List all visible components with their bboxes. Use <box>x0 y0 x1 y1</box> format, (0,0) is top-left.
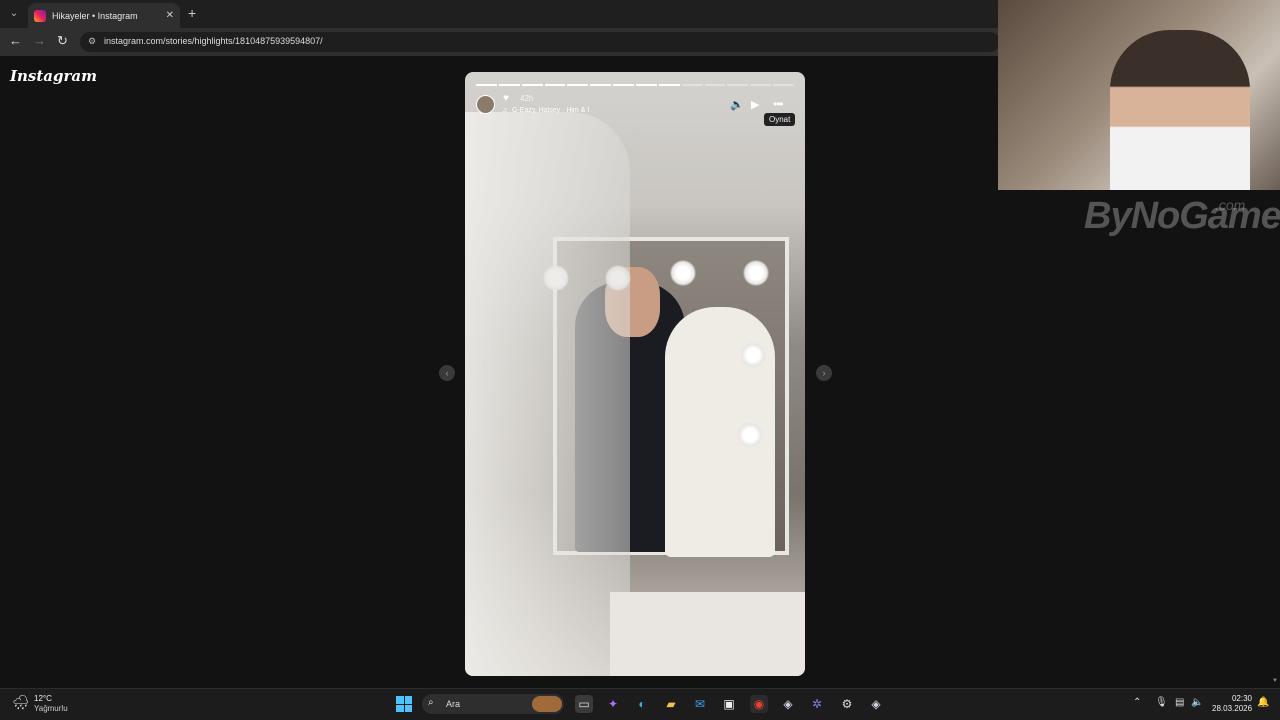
progress-segment <box>567 84 589 86</box>
chrome-icon[interactable]: ◉ <box>750 695 768 713</box>
story-music[interactable]: G-Eazy, Halsey · Him & I <box>512 107 589 114</box>
notification-icon[interactable]: 🔔 <box>1257 697 1269 708</box>
progress-segment <box>658 84 680 86</box>
weather-icon[interactable]: 🌧 <box>12 694 30 711</box>
search-highlight-icon <box>532 696 562 712</box>
story-counter <box>610 592 805 676</box>
music-icon: ♫ <box>502 107 508 114</box>
progress-segment <box>521 84 543 86</box>
site-settings-icon[interactable]: ⚙ <box>88 36 96 47</box>
progress-segment <box>476 84 497 86</box>
progress-segment <box>704 84 726 86</box>
webcam-person <box>1110 30 1250 190</box>
instagram-favicon-icon <box>34 9 46 22</box>
story-avatar[interactable] <box>476 95 495 114</box>
scroll-down-icon[interactable]: ▼ <box>1272 678 1278 684</box>
mirror-bulb <box>670 260 696 286</box>
forward-icon[interactable]: → <box>33 34 46 48</box>
instagram-logo[interactable]: Instagram <box>10 67 97 85</box>
edge-icon[interactable]: ◐ <box>633 695 651 713</box>
steam-icon[interactable]: ◈ <box>779 695 797 713</box>
copilot-icon[interactable]: ✦ <box>604 695 622 713</box>
url-text[interactable]: instagram.com/stories/highlights/1810487… <box>104 36 323 46</box>
story-veil <box>465 112 630 676</box>
mirror-bulb <box>743 260 769 286</box>
story-progress <box>476 84 795 86</box>
settings-app-icon[interactable]: ⚙ <box>838 695 856 713</box>
progress-segment <box>773 84 795 86</box>
previous-story-icon[interactable]: ‹ <box>439 365 455 381</box>
tray-time[interactable]: 02:30 <box>1212 694 1252 703</box>
progress-segment <box>681 84 703 86</box>
tab-title: Hikayeler • Instagram <box>52 10 138 21</box>
network-icon[interactable]: ▤ <box>1175 697 1184 708</box>
heart-icon[interactable]: ♥ <box>503 93 509 104</box>
story-age: 42h <box>520 94 534 103</box>
more-options-icon[interactable]: ••• <box>773 97 784 111</box>
progress-segment <box>636 84 657 86</box>
watermark: ByNoGame <box>1084 195 1280 237</box>
story-media[interactable] <box>465 72 805 676</box>
outlook-icon[interactable]: ✉ <box>691 695 709 713</box>
watermark-suffix: .com <box>1215 197 1246 213</box>
start-icon[interactable] <box>396 696 412 712</box>
progress-segment <box>544 84 566 86</box>
tab-instagram[interactable]: Hikayeler • Instagram ✕ <box>28 3 180 28</box>
store-icon[interactable]: ▣ <box>720 695 738 713</box>
tray-date[interactable]: 28.03.2026 <box>1212 704 1252 713</box>
steam-alt-icon[interactable]: ◈ <box>867 695 885 713</box>
new-tab-icon[interactable]: + <box>188 6 196 20</box>
volume-icon[interactable]: 🔈 <box>730 98 744 111</box>
mirror-bulb <box>737 422 763 448</box>
mirror-bulb <box>740 342 766 368</box>
taskbar-search-text[interactable]: Ara <box>446 699 460 709</box>
back-icon[interactable]: ← <box>9 34 22 48</box>
tray-overflow-icon[interactable]: ⌃ <box>1133 697 1141 708</box>
progress-segment <box>727 84 749 86</box>
reload-icon[interactable]: ↻ <box>57 34 68 48</box>
next-story-icon[interactable]: › <box>816 365 832 381</box>
weather-description[interactable]: Yağmurlu <box>34 704 68 713</box>
progress-segment <box>613 84 635 86</box>
task-view-icon[interactable]: ▭ <box>575 695 593 713</box>
progress-segment <box>750 84 772 86</box>
search-icon: ⌕ <box>428 697 434 708</box>
progress-segment <box>590 84 612 86</box>
weather-temperature[interactable]: 12°C <box>34 694 52 703</box>
microphone-icon[interactable]: 🎙 <box>1155 697 1168 708</box>
tab-search-icon[interactable]: ⌄ <box>6 6 22 22</box>
teams-icon[interactable]: ✲ <box>808 695 826 713</box>
file-explorer-icon[interactable]: ▰ <box>662 695 680 713</box>
progress-segment <box>498 84 520 86</box>
play-tooltip: Oynat <box>764 113 796 126</box>
play-icon[interactable]: ▶ <box>751 98 759 111</box>
speaker-icon[interactable]: 🔈 <box>1191 697 1203 708</box>
tab-close-icon[interactable]: ✕ <box>166 10 174 21</box>
